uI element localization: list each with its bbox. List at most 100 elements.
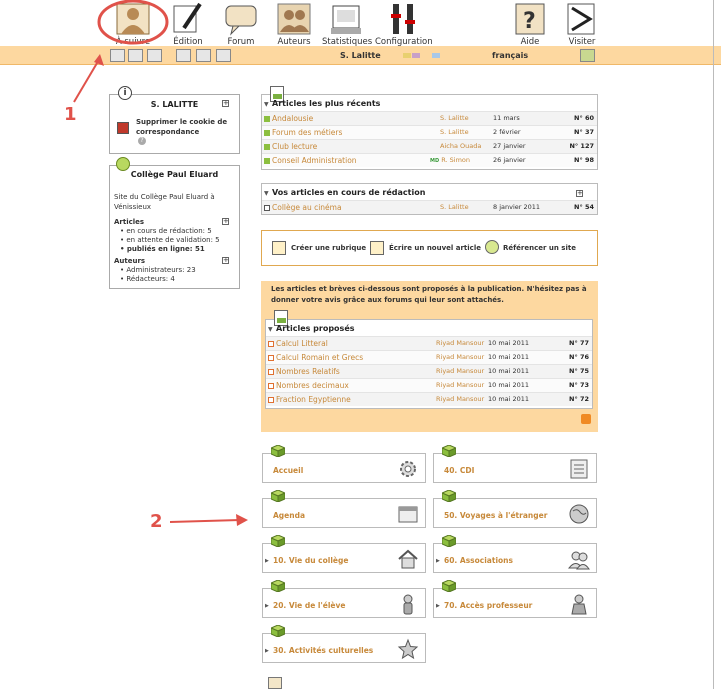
- article-author[interactable]: Riyad Mansour: [436, 365, 484, 378]
- section-title[interactable]: 50. Voyages à l'étranger: [444, 511, 547, 520]
- delete-cookie-link[interactable]: Supprimer le cookie de correspondance: [136, 117, 236, 137]
- proposed-articles-header[interactable]: ▼ Articles proposés: [266, 320, 592, 334]
- article-number: N° 127: [569, 142, 594, 150]
- article-author[interactable]: S. Lalitte: [440, 201, 469, 214]
- article-title[interactable]: Andalousie: [272, 112, 313, 125]
- section-box[interactable]: Agenda: [262, 490, 426, 528]
- create-section-button[interactable]: Créer une rubrique: [291, 244, 366, 252]
- table-row[interactable]: Andalousie S. Lalitte 11 mars N° 60: [262, 111, 597, 125]
- write-article-button[interactable]: Écrire un nouvel article: [389, 244, 481, 252]
- article-title[interactable]: Nombres decimaux: [276, 379, 349, 392]
- section-box[interactable]: 50. Voyages à l'étranger: [433, 490, 597, 528]
- section-box[interactable]: 40. CDI: [433, 445, 597, 483]
- help-icon[interactable]: ?: [138, 137, 146, 145]
- color-swatch-icon[interactable]: [403, 53, 411, 58]
- draft-articles-heading: Vos articles en cours de rédaction: [272, 188, 426, 197]
- section-box[interactable]: ▶ 20. Vie de l'élève: [262, 580, 426, 618]
- language-selector[interactable]: français: [492, 51, 528, 60]
- status-proposed-icon: [268, 341, 274, 347]
- current-user[interactable]: S. Lalitte: [340, 51, 381, 60]
- article-author[interactable]: Aicha Ouada: [440, 140, 481, 153]
- user-panel: i S. LALITTE + Supprimer le cookie de co…: [109, 86, 240, 154]
- expand-auteurs-icon[interactable]: +: [222, 257, 229, 264]
- expand-arrow-icon[interactable]: ▶: [265, 558, 269, 564]
- color-swatch-icon[interactable]: [412, 53, 420, 58]
- section-title[interactable]: 70. Accès professeur: [444, 601, 532, 610]
- article-author[interactable]: Riyad Mansour: [436, 337, 484, 350]
- recent-articles-header[interactable]: ▼ Articles les plus récents: [262, 95, 597, 109]
- status-proposed-icon: [268, 383, 274, 389]
- article-number: N° 77: [569, 339, 589, 347]
- article-author[interactable]: Riyad Mansour: [436, 351, 484, 364]
- window-icon[interactable]: [110, 49, 125, 62]
- expand-articles-icon[interactable]: +: [222, 218, 229, 225]
- article-title[interactable]: Nombres Relatifs: [276, 365, 340, 378]
- nav-configuration[interactable]: Configuration: [375, 0, 433, 47]
- nav-visiter[interactable]: Visiter: [562, 0, 602, 47]
- article-author[interactable]: MD R. Simon: [430, 154, 470, 168]
- section-title[interactable]: Agenda: [273, 511, 305, 520]
- nav-aide[interactable]: ? Aide: [510, 0, 550, 47]
- section-title[interactable]: 40. CDI: [444, 466, 474, 475]
- nav-auteurs[interactable]: Auteurs: [274, 0, 314, 47]
- expand-icon[interactable]: +: [576, 190, 583, 197]
- write-icon[interactable]: [268, 677, 282, 689]
- nav-statistiques[interactable]: Statistiques: [322, 0, 372, 47]
- article-title[interactable]: Calcul Litteral: [276, 337, 328, 350]
- nav-forum[interactable]: Forum: [221, 0, 261, 47]
- table-row[interactable]: Club lecture Aicha Ouada 27 janvier N° 1…: [262, 139, 597, 153]
- section-title[interactable]: 20. Vie de l'élève: [273, 601, 346, 610]
- status-proposed-icon: [268, 369, 274, 375]
- expand-arrow-icon[interactable]: ▶: [265, 648, 269, 654]
- article-title[interactable]: Club lecture: [272, 140, 317, 153]
- stat-text: Administrateurs: 23: [126, 266, 196, 274]
- table-row[interactable]: Calcul Litteral Riyad Mansour 10 mai 201…: [266, 336, 592, 350]
- section-box[interactable]: ▶ 70. Accès professeur: [433, 580, 597, 618]
- article-number: N° 75: [569, 367, 589, 375]
- draft-articles-header[interactable]: ▼ Vos articles en cours de rédaction: [262, 184, 597, 198]
- table-row[interactable]: Collège au cinéma S. Lalitte 8 janvier 2…: [262, 200, 597, 214]
- table-row[interactable]: Nombres decimaux Riyad Mansour 10 mai 20…: [266, 378, 592, 392]
- expand-arrow-icon[interactable]: ▶: [436, 603, 440, 609]
- article-author[interactable]: Riyad Mansour: [436, 379, 484, 392]
- article-author[interactable]: S. Lalitte: [440, 112, 469, 125]
- layout-toggle-icon[interactable]: [580, 49, 595, 62]
- expand-icon[interactable]: +: [222, 100, 229, 107]
- eye-icon[interactable]: [216, 49, 231, 62]
- display-icon[interactable]: [176, 49, 191, 62]
- help-icon: ?: [512, 2, 548, 36]
- table-row[interactable]: Forum des métiers S. Lalitte 2 février N…: [262, 125, 597, 139]
- rss-icon[interactable]: [581, 414, 591, 424]
- svg-text:?: ?: [523, 9, 536, 34]
- article-title[interactable]: Conseil Administration: [272, 154, 357, 167]
- section-box[interactable]: ▶ 10. Vie du collège: [262, 535, 426, 573]
- expand-arrow-icon[interactable]: ▶: [265, 603, 269, 609]
- table-row[interactable]: Nombres Relatifs Riyad Mansour 10 mai 20…: [266, 364, 592, 378]
- section-title[interactable]: 60. Associations: [444, 556, 513, 565]
- article-date: 10 mai 2011: [488, 395, 530, 403]
- section-box[interactable]: ▶ 60. Associations: [433, 535, 597, 573]
- section-cube-icon: [442, 535, 456, 547]
- article-title[interactable]: Forum des métiers: [272, 126, 342, 139]
- search-icon[interactable]: [147, 49, 162, 62]
- color-swatch-icon[interactable]: [432, 53, 440, 58]
- section-box[interactable]: Accueil: [262, 445, 426, 483]
- article-title[interactable]: Collège au cinéma: [272, 201, 342, 214]
- article-title[interactable]: Fraction Egyptienne: [276, 393, 351, 406]
- section-title[interactable]: 10. Vie du collège: [273, 556, 348, 565]
- proposed-articles-section: Les articles et brèves ci-dessous sont p…: [261, 281, 598, 432]
- zoom-icon[interactable]: [128, 49, 143, 62]
- mail-icon[interactable]: [196, 49, 211, 62]
- article-author[interactable]: Riyad Mansour: [436, 393, 484, 406]
- article-title[interactable]: Calcul Romain et Grecs: [276, 351, 363, 364]
- table-row[interactable]: Calcul Romain et Grecs Riyad Mansour 10 …: [266, 350, 592, 364]
- table-row[interactable]: Fraction Egyptienne Riyad Mansour 10 mai…: [266, 392, 592, 406]
- expand-arrow-icon[interactable]: ▶: [436, 558, 440, 564]
- article-author[interactable]: S. Lalitte: [440, 126, 469, 139]
- section-box[interactable]: ▶ 30. Activités culturelles: [262, 625, 426, 663]
- section-title[interactable]: 30. Activités culturelles: [273, 646, 373, 655]
- table-row[interactable]: Conseil Administration MD R. Simon 26 ja…: [262, 153, 597, 167]
- nav-edition[interactable]: Édition: [168, 0, 208, 47]
- reference-site-button[interactable]: Référencer un site: [503, 244, 576, 252]
- section-title[interactable]: Accueil: [273, 466, 303, 475]
